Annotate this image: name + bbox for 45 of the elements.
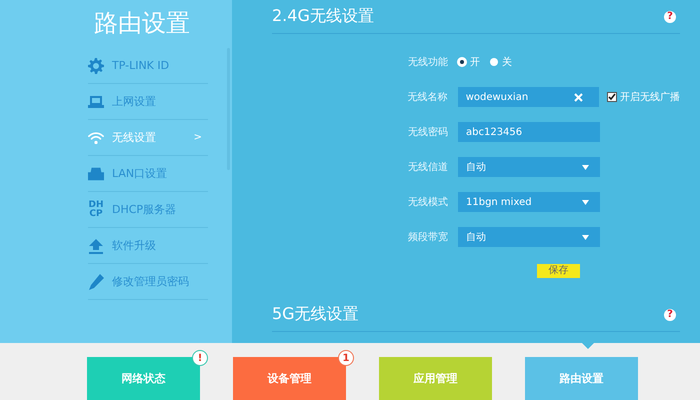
save-button[interactable]: 保存 <box>537 264 580 278</box>
field-label: 无线密码 <box>407 126 448 139</box>
printer-icon <box>88 166 104 180</box>
gear-icon <box>88 58 104 74</box>
radio-button[interactable] <box>490 58 498 66</box>
dhcp-icon: DH CP <box>88 200 104 218</box>
laptop-icon <box>88 96 104 108</box>
checkbox[interactable] <box>607 92 617 102</box>
checkbox-label: 开启无线广播 <box>620 90 680 104</box>
field-label: 无线功能 <box>407 56 448 69</box>
dock-tile[interactable]: 应用管理 <box>379 357 492 400</box>
dock-tile[interactable]: 路由设置 <box>525 357 638 400</box>
sidebar-title: 路由设置 <box>93 8 191 38</box>
help-icon[interactable]: ? <box>664 10 676 22</box>
wifi-icon <box>88 130 104 144</box>
dock-tile[interactable]: 网络状态 <box>87 357 200 400</box>
dropdown-icon <box>582 200 589 204</box>
radio-button[interactable] <box>458 58 466 66</box>
sidebar-item[interactable]: LAN口设置 <box>88 156 208 192</box>
field-label: 无线模式 <box>407 196 448 209</box>
dropdown-icon <box>582 234 589 240</box>
select-field[interactable]: 11bgn mixed <box>458 192 600 212</box>
sidebar-item[interactable]: 修改管理员密码 <box>88 264 208 300</box>
pencil-icon <box>88 274 104 290</box>
select-field[interactable]: 自动 <box>458 227 600 247</box>
text-field[interactable]: wodewuxian <box>458 87 599 107</box>
radio-label: 开 <box>470 56 480 69</box>
upload-icon <box>88 238 104 254</box>
notification-badge: 1 <box>338 350 354 366</box>
field-label: 频段带宽 <box>407 230 448 244</box>
sidebar-item[interactable]: TP-LINK ID <box>88 48 208 84</box>
radio-label: 关 <box>502 56 512 69</box>
sidebar-item[interactable]: 上网设置 <box>88 84 208 120</box>
sidebar-item[interactable]: 软件升级 <box>88 228 208 264</box>
help-icon[interactable]: ? <box>664 308 676 320</box>
field-label: 无线名称 <box>406 90 448 104</box>
dropdown-icon <box>582 164 589 170</box>
clear-icon[interactable] <box>574 92 583 102</box>
notification-badge: ! <box>192 350 208 366</box>
text-field[interactable]: abc123456 <box>458 122 600 142</box>
select-field[interactable]: 自动 <box>458 157 600 177</box>
field-label: 无线信道 <box>407 160 448 174</box>
sidebar-item[interactable]: 无线设置 > <box>88 120 208 156</box>
section-title: 2.4G无线设置 <box>272 6 374 27</box>
section-title: 5G无线设置 <box>272 304 359 325</box>
